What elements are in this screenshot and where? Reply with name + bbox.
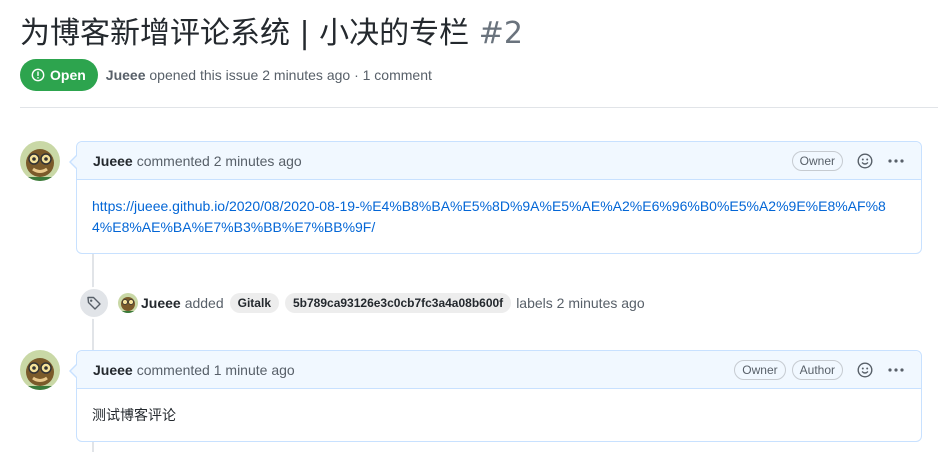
issue-meta-text: Jueee opened this issue 2 minutes ago · … (106, 67, 432, 83)
event-avatar[interactable] (118, 293, 138, 313)
issue-meta-detail: opened this issue 2 minutes ago · 1 comm… (149, 67, 432, 83)
comment-body: 测试博客评论 (77, 389, 921, 442)
author-badge: Author (791, 359, 843, 380)
comment-header: Jueee commented 2 minutes ago Owner (77, 142, 921, 180)
comment-box: Jueee commented 2 minutes ago Owner http… (69, 141, 922, 254)
smiley-icon[interactable] (857, 152, 873, 169)
event-tail: labels 2 minutes ago (516, 295, 645, 311)
event-badge (78, 287, 110, 319)
timeline-line (92, 442, 94, 452)
label-hash[interactable]: 5b789ca93126e3c0cb7fc3a4a08b600f (285, 293, 512, 313)
comment-author[interactable]: Jueee (93, 362, 133, 378)
tag-icon (87, 296, 101, 310)
issue-state-label: Open (50, 67, 86, 83)
event-author[interactable]: Jueee (141, 295, 181, 311)
comment-timestamp: commented 1 minute ago (136, 361, 295, 378)
kebab-horizontal-icon[interactable] (887, 362, 905, 378)
owner-badge: Owner (791, 150, 843, 171)
owner-badge: Owner (734, 359, 786, 380)
comment-timestamp: commented 2 minutes ago (136, 152, 302, 169)
issue-number: #2 (478, 16, 523, 51)
avatar[interactable] (20, 350, 60, 390)
comment-header-actions: Owner (791, 150, 905, 171)
comment-header-actions: Owner Author (734, 359, 905, 380)
kebab-horizontal-icon[interactable] (887, 153, 905, 169)
comment-header: Jueee commented 1 minute ago Owner Autho… (77, 351, 921, 389)
label-gitalk[interactable]: Gitalk (229, 293, 279, 313)
avatar[interactable] (20, 141, 60, 181)
header-divider (20, 107, 938, 108)
comment-author[interactable]: Jueee (93, 153, 133, 169)
issue-author-link[interactable]: Jueee (106, 67, 146, 83)
comment-box: Jueee commented 1 minute ago Owner Autho… (69, 350, 922, 442)
comment-link[interactable]: https://jueee.github.io/2020/08/2020-08-… (92, 198, 886, 235)
comment-body: https://jueee.github.io/2020/08/2020-08-… (77, 180, 921, 254)
issue-title-text: 为博客新增评论系统 | 小决的专栏 (20, 16, 470, 51)
issue-meta: Open Jueee opened this issue 2 minutes a… (20, 59, 432, 91)
comment-text: 测试博客评论 (92, 407, 176, 423)
smiley-icon[interactable] (857, 361, 873, 378)
event-action: added (184, 295, 224, 311)
issue-opened-icon (31, 68, 45, 82)
label-event: Jueee added Gitalk 5b789ca93126e3c0cb7fc… (78, 287, 645, 319)
issue-title: 为博客新增评论系统 | 小决的专栏 #2 (20, 14, 523, 54)
issue-state-badge: Open (20, 59, 98, 91)
